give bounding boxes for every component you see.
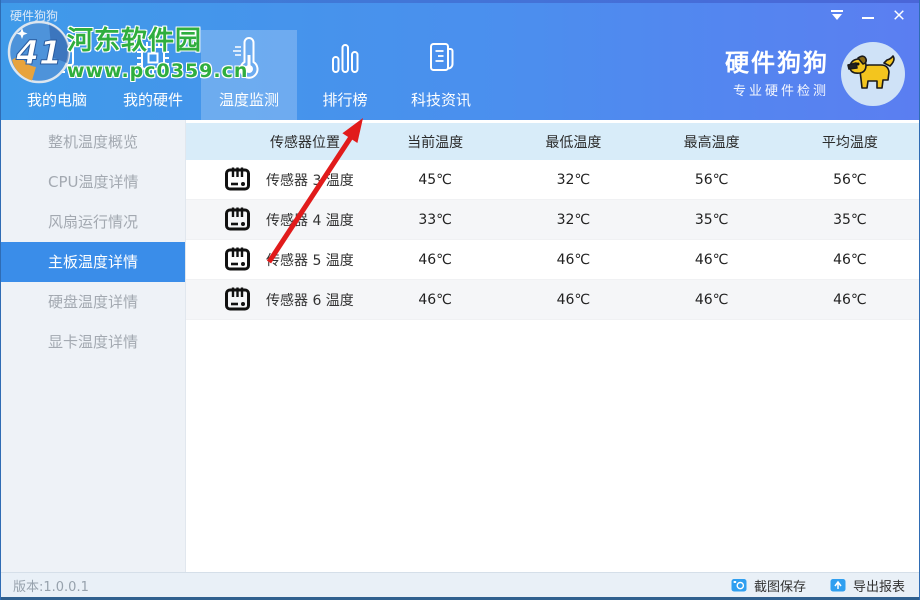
window-controls bbox=[829, 8, 907, 22]
camera-icon bbox=[731, 578, 747, 592]
bar-chart-icon bbox=[325, 34, 365, 82]
sensor-name: 传感器 3 温度 bbox=[266, 170, 354, 190]
sensor-name: 传感器 6 温度 bbox=[266, 290, 354, 310]
close-icon bbox=[892, 9, 906, 21]
tab-my-hardware[interactable]: 我的硬件 bbox=[105, 30, 201, 120]
table-row: 传感器 5 温度 46℃ 46℃ 46℃ 46℃ bbox=[186, 240, 919, 280]
minimize-button[interactable] bbox=[860, 8, 876, 22]
current-temp: 33℃ bbox=[366, 212, 504, 228]
sensor-name: 传感器 4 温度 bbox=[266, 210, 354, 230]
avg-temp: 46℃ bbox=[781, 252, 919, 268]
sensor-cell: 传感器 3 温度 bbox=[186, 166, 366, 193]
app-window: 硬件狗狗 bbox=[0, 0, 920, 600]
min-temp: 32℃ bbox=[504, 172, 642, 188]
min-temp: 46℃ bbox=[504, 292, 642, 308]
menu-dropdown-button[interactable] bbox=[829, 8, 845, 22]
version-label: 版本:1.0.0.1 bbox=[13, 576, 89, 595]
brand-block: 硬件狗狗 专业硬件检测 bbox=[725, 42, 905, 106]
max-temp: 46℃ bbox=[643, 292, 781, 308]
dog-icon bbox=[844, 45, 902, 103]
sidebar-item-disk-temp[interactable]: 硬盘温度详情 bbox=[1, 282, 185, 322]
menu-dropdown-icon bbox=[830, 9, 844, 21]
cpu-chip-icon bbox=[134, 34, 172, 82]
header-cell-min: 最低温度 bbox=[504, 132, 642, 152]
header: 硬件狗狗 bbox=[1, 0, 919, 120]
avg-temp: 35℃ bbox=[781, 212, 919, 228]
table-header-row: 传感器位置 当前温度 最低温度 最高温度 平均温度 bbox=[186, 123, 919, 160]
current-temp: 45℃ bbox=[366, 172, 504, 188]
max-temp: 35℃ bbox=[643, 212, 781, 228]
tab-tech-news[interactable]: 科技资讯 bbox=[393, 30, 489, 120]
max-temp: 56℃ bbox=[643, 172, 781, 188]
tab-label: 排行榜 bbox=[322, 91, 367, 109]
window-title: 硬件狗狗 bbox=[10, 7, 58, 24]
status-bar: 版本:1.0.0.1 截图保存 导出报表 bbox=[1, 572, 919, 600]
header-cell-sensor: 传感器位置 bbox=[186, 132, 366, 152]
table-row: 传感器 4 温度 33℃ 32℃ 35℃ 35℃ bbox=[186, 200, 919, 240]
avg-temp: 46℃ bbox=[781, 292, 919, 308]
export-report-button[interactable]: 导出报表 bbox=[830, 576, 905, 595]
statusbar-actions: 截图保存 导出报表 bbox=[731, 576, 905, 595]
export-report-label: 导出报表 bbox=[853, 576, 905, 595]
motherboard-icon bbox=[224, 206, 251, 233]
nav-tabs: 我的电脑 我的硬件 bbox=[9, 30, 489, 120]
temperature-table: 传感器 3 温度 45℃ 32℃ 56℃ 56℃ bbox=[186, 160, 919, 320]
sensor-cell: 传感器 6 温度 bbox=[186, 286, 366, 313]
close-button[interactable] bbox=[891, 8, 907, 22]
sidebar: 整机温度概览 CPU温度详情 风扇运行情况 主板温度详情 硬盘温度详情 显卡温度… bbox=[1, 120, 186, 572]
monitor-icon bbox=[37, 34, 77, 82]
max-temp: 46℃ bbox=[643, 252, 781, 268]
current-temp: 46℃ bbox=[366, 292, 504, 308]
sensor-name: 传感器 5 温度 bbox=[266, 250, 354, 270]
motherboard-icon bbox=[224, 246, 251, 273]
minimize-icon bbox=[861, 9, 875, 21]
tab-temperature-monitor[interactable]: 温度监测 bbox=[201, 30, 297, 120]
sidebar-item-gpu-temp[interactable]: 显卡温度详情 bbox=[1, 322, 185, 362]
sidebar-item-fan-status[interactable]: 风扇运行情况 bbox=[1, 202, 185, 242]
avg-temp: 56℃ bbox=[781, 172, 919, 188]
export-icon bbox=[830, 578, 846, 592]
brand-name: 硬件狗狗 bbox=[725, 50, 829, 76]
table-row: 传感器 3 温度 45℃ 32℃ 56℃ 56℃ bbox=[186, 160, 919, 200]
motherboard-icon bbox=[224, 286, 251, 313]
main-content: 传感器位置 当前温度 最低温度 最高温度 平均温度 bbox=[186, 120, 919, 572]
brand-text: 硬件狗狗 专业硬件检测 bbox=[725, 50, 829, 99]
min-temp: 32℃ bbox=[504, 212, 642, 228]
header-cell-current: 当前温度 bbox=[366, 132, 504, 152]
current-temp: 46℃ bbox=[366, 252, 504, 268]
tab-label: 我的电脑 bbox=[27, 91, 87, 109]
motherboard-icon bbox=[224, 166, 251, 193]
min-temp: 46℃ bbox=[504, 252, 642, 268]
tab-label: 温度监测 bbox=[219, 91, 279, 109]
window-top-border bbox=[1, 0, 919, 3]
screenshot-save-button[interactable]: 截图保存 bbox=[731, 576, 806, 595]
screenshot-save-label: 截图保存 bbox=[754, 576, 806, 595]
tab-label: 我的硬件 bbox=[123, 91, 183, 109]
news-doc-icon bbox=[422, 34, 460, 82]
table-row: 传感器 6 温度 46℃ 46℃ 46℃ 46℃ bbox=[186, 280, 919, 320]
header-cell-avg: 平均温度 bbox=[781, 132, 919, 152]
header-cell-max: 最高温度 bbox=[643, 132, 781, 152]
dog-logo-badge bbox=[841, 42, 905, 106]
sensor-cell: 传感器 4 温度 bbox=[186, 206, 366, 233]
sidebar-item-overview[interactable]: 整机温度概览 bbox=[1, 122, 185, 162]
sensor-cell: 传感器 5 温度 bbox=[186, 246, 366, 273]
tab-my-computer[interactable]: 我的电脑 bbox=[9, 30, 105, 120]
thermometer-icon bbox=[232, 34, 266, 82]
sidebar-item-cpu-temp[interactable]: CPU温度详情 bbox=[1, 162, 185, 202]
brand-tagline: 专业硬件检测 bbox=[725, 80, 829, 99]
tab-ranking[interactable]: 排行榜 bbox=[297, 30, 393, 120]
sidebar-item-motherboard-temp[interactable]: 主板温度详情 bbox=[1, 242, 185, 282]
tab-label: 科技资讯 bbox=[411, 91, 471, 109]
